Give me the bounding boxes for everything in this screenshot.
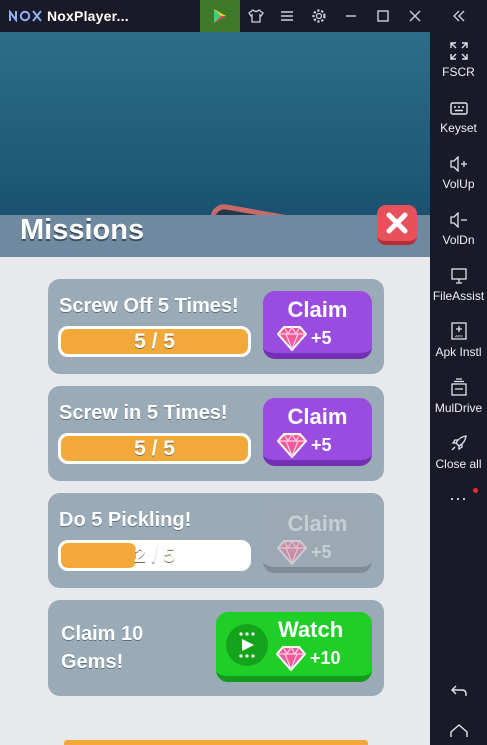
window-title: NoxPlayer... [47,8,129,24]
sidebar-item-label: VolDn [442,233,475,247]
close-missions-button[interactable] [377,205,417,245]
svg-text:APK: APK [454,334,462,339]
sidebar-item-voldn[interactable]: VolDn [430,212,487,247]
volume-up-icon [449,156,467,172]
sidebar-item-apk-install[interactable]: APK Apk Instl [430,322,487,359]
claim-label: Claim [287,511,348,536]
collapse-sidebar-icon[interactable] [430,0,487,32]
claim-button[interactable]: Claim +5 [263,398,372,466]
sidebar-item-fileassist[interactable]: FileAssist [430,268,487,303]
rocket-icon [451,435,467,451]
close-icon [386,212,408,234]
gem-icon [277,432,307,458]
gem-icon [277,325,307,351]
sidebar-item-label: Apk Instl [435,345,482,359]
watch-label: Watch [278,617,344,642]
gem-icon [277,539,307,565]
watch-ad-button[interactable]: Watch +10 [216,612,372,682]
fullscreen-icon [449,42,468,60]
nox-logo [9,8,43,24]
video-ad-icon [226,624,268,666]
volume-down-icon [449,212,467,228]
sidebar-item-fscr[interactable]: FSCR [430,42,487,79]
title-bar: NoxPlayer... [0,0,487,32]
mission-card: Screw Off 5 Times! 5 / 5 Claim +5 [48,279,384,374]
shirt-icon[interactable] [240,0,272,32]
sidebar-item-close-all[interactable]: Close all [430,434,487,471]
reward: +5 [277,325,332,351]
mission-title-line: Gems! [61,651,124,673]
mission-card: Screw in 5 Times! 5 / 5 Claim +5 [48,386,384,481]
reward-amount: +5 [311,434,332,455]
reward-amount: +10 [310,647,341,668]
claim-label: Claim [287,297,348,322]
home-icon[interactable] [430,724,487,738]
reward-amount: +5 [311,327,332,348]
reward: +5 [277,539,332,565]
gear-icon[interactable] [303,0,335,32]
play-store-icon[interactable] [200,0,240,32]
sidebar: FSCR Keyset VolUp VolDn FileAssist APK A… [430,32,487,745]
sidebar-item-label: Keyset [440,121,477,135]
mission-card: Claim 10 Gems! Watch +10 [48,600,384,696]
mission-progress-text: 2 / 5 [134,543,175,567]
mission-card: Do 5 Pickling! 2 / 5 Claim +5 [48,493,384,588]
game-viewport[interactable]: Missions Screw Off 5 Times! 5 / 5 Claim … [0,32,430,745]
notification-dot [473,488,478,493]
mission-title: Screw Off 5 Times! [59,295,239,317]
claim-button[interactable]: Claim +5 [263,291,372,359]
reward: +10 [276,645,341,671]
sidebar-item-label: Close all [435,457,482,471]
mission-progress-text: 5 / 5 [134,329,175,353]
mission-progress-text: 5 / 5 [134,436,175,460]
mission-title: Claim 10 Gems! [61,620,143,676]
mission-progress-bar: 5 / 5 [58,326,251,357]
sidebar-item-label: VolUp [442,177,475,191]
mission-title: Screw in 5 Times! [59,402,228,424]
sidebar-item-label: FSCR [442,65,475,79]
maximize-icon[interactable] [367,0,399,32]
sidebar-item-muldrive[interactable]: MulDrive [430,378,487,415]
close-icon[interactable] [399,0,431,32]
sidebar-item-label: MulDrive [434,401,483,415]
sidebar-item-volup[interactable]: VolUp [430,156,487,191]
reward-amount: +5 [311,541,332,562]
more-menu-button[interactable]: ... [430,484,487,505]
apk-install-icon: APK [450,322,467,340]
mission-progress-bar: 5 / 5 [58,433,251,464]
mission-title-line: Claim 10 [61,623,144,645]
monitor-icon [450,268,467,284]
claim-button-disabled[interactable]: Claim +5 [263,505,372,573]
missions-title: Missions [20,214,145,246]
gem-icon [276,645,306,671]
reward: +5 [277,432,332,458]
mission-title: Do 5 Pickling! [59,509,192,531]
mission-progress-bar: 2 / 5 [58,540,251,571]
back-icon[interactable] [430,684,487,698]
keyboard-icon [449,102,468,115]
sidebar-item-keyset[interactable]: Keyset [430,100,487,135]
menu-icon[interactable] [271,0,303,32]
claim-label: Claim [287,404,348,429]
multi-drive-icon [450,378,467,396]
next-button-peek [64,740,368,745]
minimize-icon[interactable] [335,0,367,32]
sidebar-item-label: FileAssist [432,289,485,303]
